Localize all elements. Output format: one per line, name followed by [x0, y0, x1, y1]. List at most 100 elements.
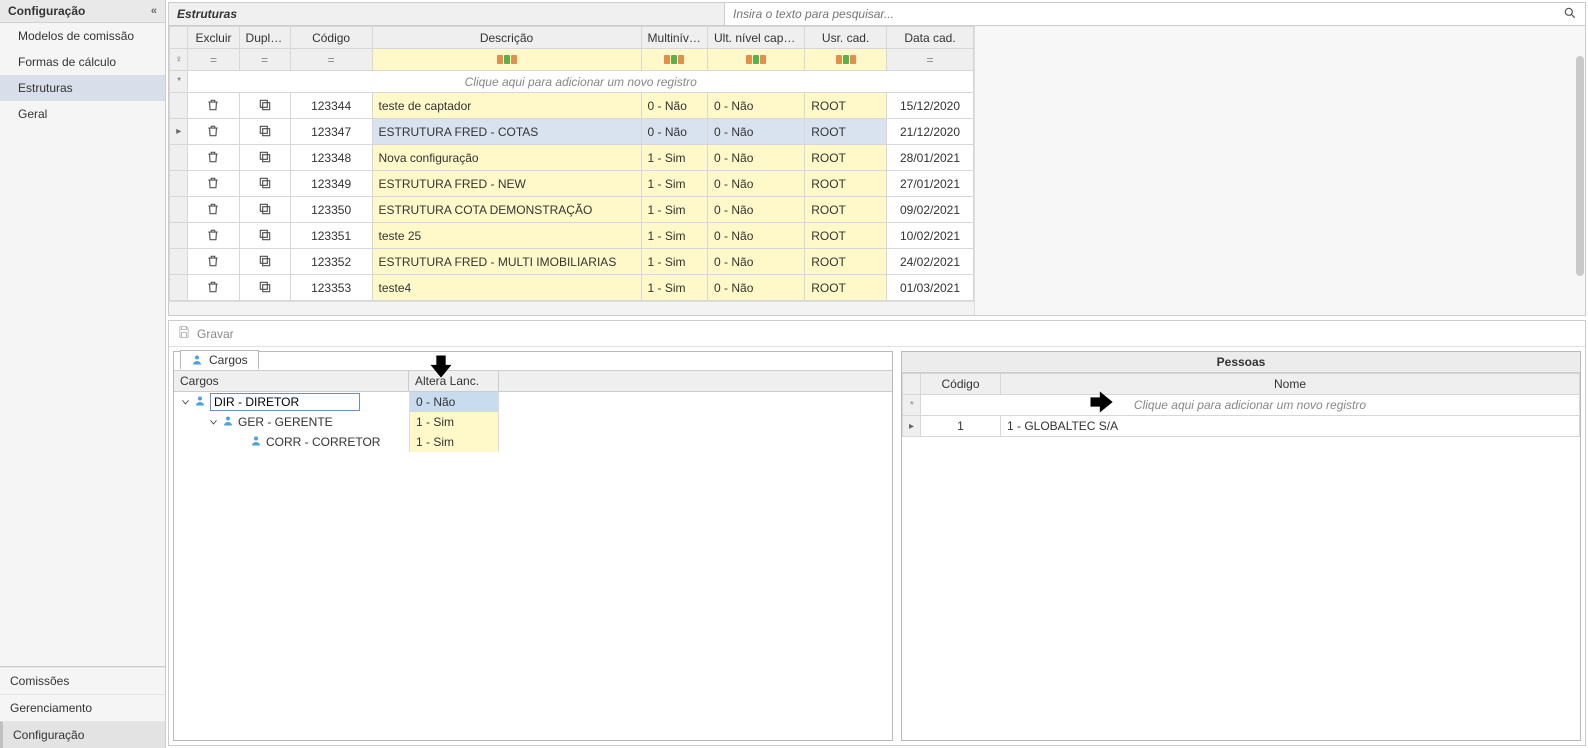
col-duplicar[interactable]: Duplicar	[239, 27, 290, 49]
filter-excluir[interactable]: =	[188, 49, 239, 71]
cell-descricao[interactable]: ESTRUTURA FRED - COTAS	[372, 119, 641, 145]
col-codigo[interactable]: Código	[290, 27, 372, 49]
cargos-tree-row[interactable]: GER - GERENTE1 - Sim	[174, 412, 892, 432]
cell-descricao[interactable]: ESTRUTURA FRED - MULTI IMOBILIARIAS	[372, 249, 641, 275]
table-row[interactable]: 123351teste 251 - Sim0 - NãoROOT10/02/20…	[170, 223, 974, 249]
duplicate-button[interactable]	[239, 223, 290, 249]
table-row[interactable]: 123349ESTRUTURA FRED - NEW1 - Sim0 - Não…	[170, 171, 974, 197]
filter-usr[interactable]	[805, 49, 887, 71]
delete-button[interactable]	[188, 275, 239, 301]
cargos-tab[interactable]: Cargos	[180, 350, 259, 369]
cargos-tab-label: Cargos	[209, 353, 248, 367]
cell-descricao[interactable]: teste 25	[372, 223, 641, 249]
cell-multiniveis[interactable]: 1 - Sim	[641, 145, 707, 171]
duplicate-button[interactable]	[239, 275, 290, 301]
cell-altera-lanc[interactable]: 0 - Não	[409, 392, 499, 412]
cell-multiniveis[interactable]: 1 - Sim	[641, 171, 707, 197]
cell-multiniveis[interactable]: 1 - Sim	[641, 223, 707, 249]
table-row[interactable]: 123353teste41 - Sim0 - NãoROOT01/03/2021	[170, 275, 974, 301]
filter-multi[interactable]	[641, 49, 707, 71]
table-row[interactable]: 123344teste de captador0 - Não0 - NãoROO…	[170, 93, 974, 119]
cargos-col-cargos[interactable]: Cargos	[174, 371, 409, 391]
pessoas-col-codigo[interactable]: Código	[921, 374, 1001, 395]
cargo-label-input[interactable]	[210, 393, 360, 411]
cell-ultnivel[interactable]: 0 - Não	[708, 223, 805, 249]
delete-button[interactable]	[188, 171, 239, 197]
delete-button[interactable]	[188, 119, 239, 145]
trash-icon	[204, 278, 222, 296]
cargos-col-altera[interactable]: Altera Lanc.	[409, 371, 499, 391]
row-indicator	[170, 249, 188, 275]
search-icon[interactable]	[1559, 6, 1581, 23]
expand-icon[interactable]	[208, 417, 218, 427]
pessoas-col-nome[interactable]: Nome	[1001, 374, 1580, 395]
filter-duplicar[interactable]: =	[239, 49, 290, 71]
grid-new-row[interactable]: * Clique aqui para adicionar um novo reg…	[170, 71, 974, 93]
table-row[interactable]: 123350ESTRUTURA COTA DEMONSTRAÇÃO1 - Sim…	[170, 197, 974, 223]
filter-ult[interactable]	[708, 49, 805, 71]
pessoas-row[interactable]: ▸11 - GLOBALTEC S/A	[903, 416, 1580, 437]
cargos-tree-row[interactable]: CORR - CORRETOR1 - Sim	[174, 432, 892, 452]
cell-ultnivel[interactable]: 0 - Não	[708, 145, 805, 171]
sidebar-item-formas[interactable]: Formas de cálculo	[0, 49, 165, 75]
sidebar-group-configuracao[interactable]: Configuração	[0, 721, 165, 748]
cell-ultnivel[interactable]: 0 - Não	[708, 249, 805, 275]
sidebar-item-estruturas[interactable]: Estruturas	[0, 75, 165, 101]
cell-altera-lanc[interactable]: 1 - Sim	[409, 412, 499, 432]
col-ultnivel[interactable]: Ult. nível captador	[708, 27, 805, 49]
duplicate-button[interactable]	[239, 145, 290, 171]
sidebar-item-modelos[interactable]: Modelos de comissão	[0, 23, 165, 49]
table-row[interactable]: ▸123347ESTRUTURA FRED - COTAS0 - Não0 - …	[170, 119, 974, 145]
cell-ultnivel[interactable]: 0 - Não	[708, 197, 805, 223]
col-usrcad[interactable]: Usr. cad.	[805, 27, 887, 49]
col-datacad[interactable]: Data cad.	[887, 27, 974, 49]
delete-button[interactable]	[188, 223, 239, 249]
pessoas-new-row-text: Clique aqui para adicionar um novo regis…	[921, 395, 1580, 416]
row-indicator: ▸	[170, 119, 188, 145]
cell-descricao[interactable]: teste de captador	[372, 93, 641, 119]
person-icon	[222, 415, 234, 430]
cell-ultnivel[interactable]: 0 - Não	[708, 93, 805, 119]
cell-multiniveis[interactable]: 1 - Sim	[641, 275, 707, 301]
cell-ultnivel[interactable]: 0 - Não	[708, 171, 805, 197]
col-multiniveis[interactable]: Multiníveis	[641, 27, 707, 49]
copy-icon	[256, 252, 274, 270]
delete-button[interactable]	[188, 197, 239, 223]
cell-descricao[interactable]: Nova configuração	[372, 145, 641, 171]
cell-ultnivel[interactable]: 0 - Não	[708, 119, 805, 145]
sidebar-group-comissoes[interactable]: Comissões	[0, 667, 165, 694]
scrollbar-thumb[interactable]	[1576, 56, 1584, 276]
cell-altera-lanc[interactable]: 1 - Sim	[409, 432, 499, 452]
cell-multiniveis[interactable]: 0 - Não	[641, 119, 707, 145]
delete-button[interactable]	[188, 93, 239, 119]
duplicate-button[interactable]	[239, 119, 290, 145]
cell-ultnivel[interactable]: 0 - Não	[708, 275, 805, 301]
cell-multiniveis[interactable]: 1 - Sim	[641, 249, 707, 275]
expand-icon[interactable]	[180, 397, 190, 407]
duplicate-button[interactable]	[239, 197, 290, 223]
sidebar-item-geral[interactable]: Geral	[0, 101, 165, 127]
pessoas-new-row[interactable]: * Clique aqui para adicionar um novo reg…	[903, 395, 1580, 416]
duplicate-button[interactable]	[239, 249, 290, 275]
col-excluir[interactable]: Excluir	[188, 27, 239, 49]
cargos-tree-row[interactable]: 0 - Não	[174, 392, 892, 412]
col-descricao[interactable]: Descrição	[372, 27, 641, 49]
cell-descricao[interactable]: ESTRUTURA COTA DEMONSTRAÇÃO	[372, 197, 641, 223]
filter-data[interactable]: =	[887, 49, 974, 71]
filter-codigo[interactable]: =	[290, 49, 372, 71]
delete-button[interactable]	[188, 249, 239, 275]
search-input[interactable]	[729, 4, 1559, 24]
cell-descricao[interactable]: teste4	[372, 275, 641, 301]
delete-button[interactable]	[188, 145, 239, 171]
duplicate-button[interactable]	[239, 171, 290, 197]
duplicate-button[interactable]	[239, 93, 290, 119]
sidebar-collapse-icon[interactable]: «	[151, 5, 157, 17]
cell-descricao[interactable]: ESTRUTURA FRED - NEW	[372, 171, 641, 197]
table-row[interactable]: 123348Nova configuração1 - Sim0 - NãoROO…	[170, 145, 974, 171]
cell-multiniveis[interactable]: 0 - Não	[641, 93, 707, 119]
sidebar-group-gerenciamento[interactable]: Gerenciamento	[0, 694, 165, 721]
cell-multiniveis[interactable]: 1 - Sim	[641, 197, 707, 223]
gravar-button[interactable]: Gravar	[197, 327, 234, 341]
table-row[interactable]: 123352ESTRUTURA FRED - MULTI IMOBILIARIA…	[170, 249, 974, 275]
filter-descricao[interactable]	[372, 49, 641, 71]
